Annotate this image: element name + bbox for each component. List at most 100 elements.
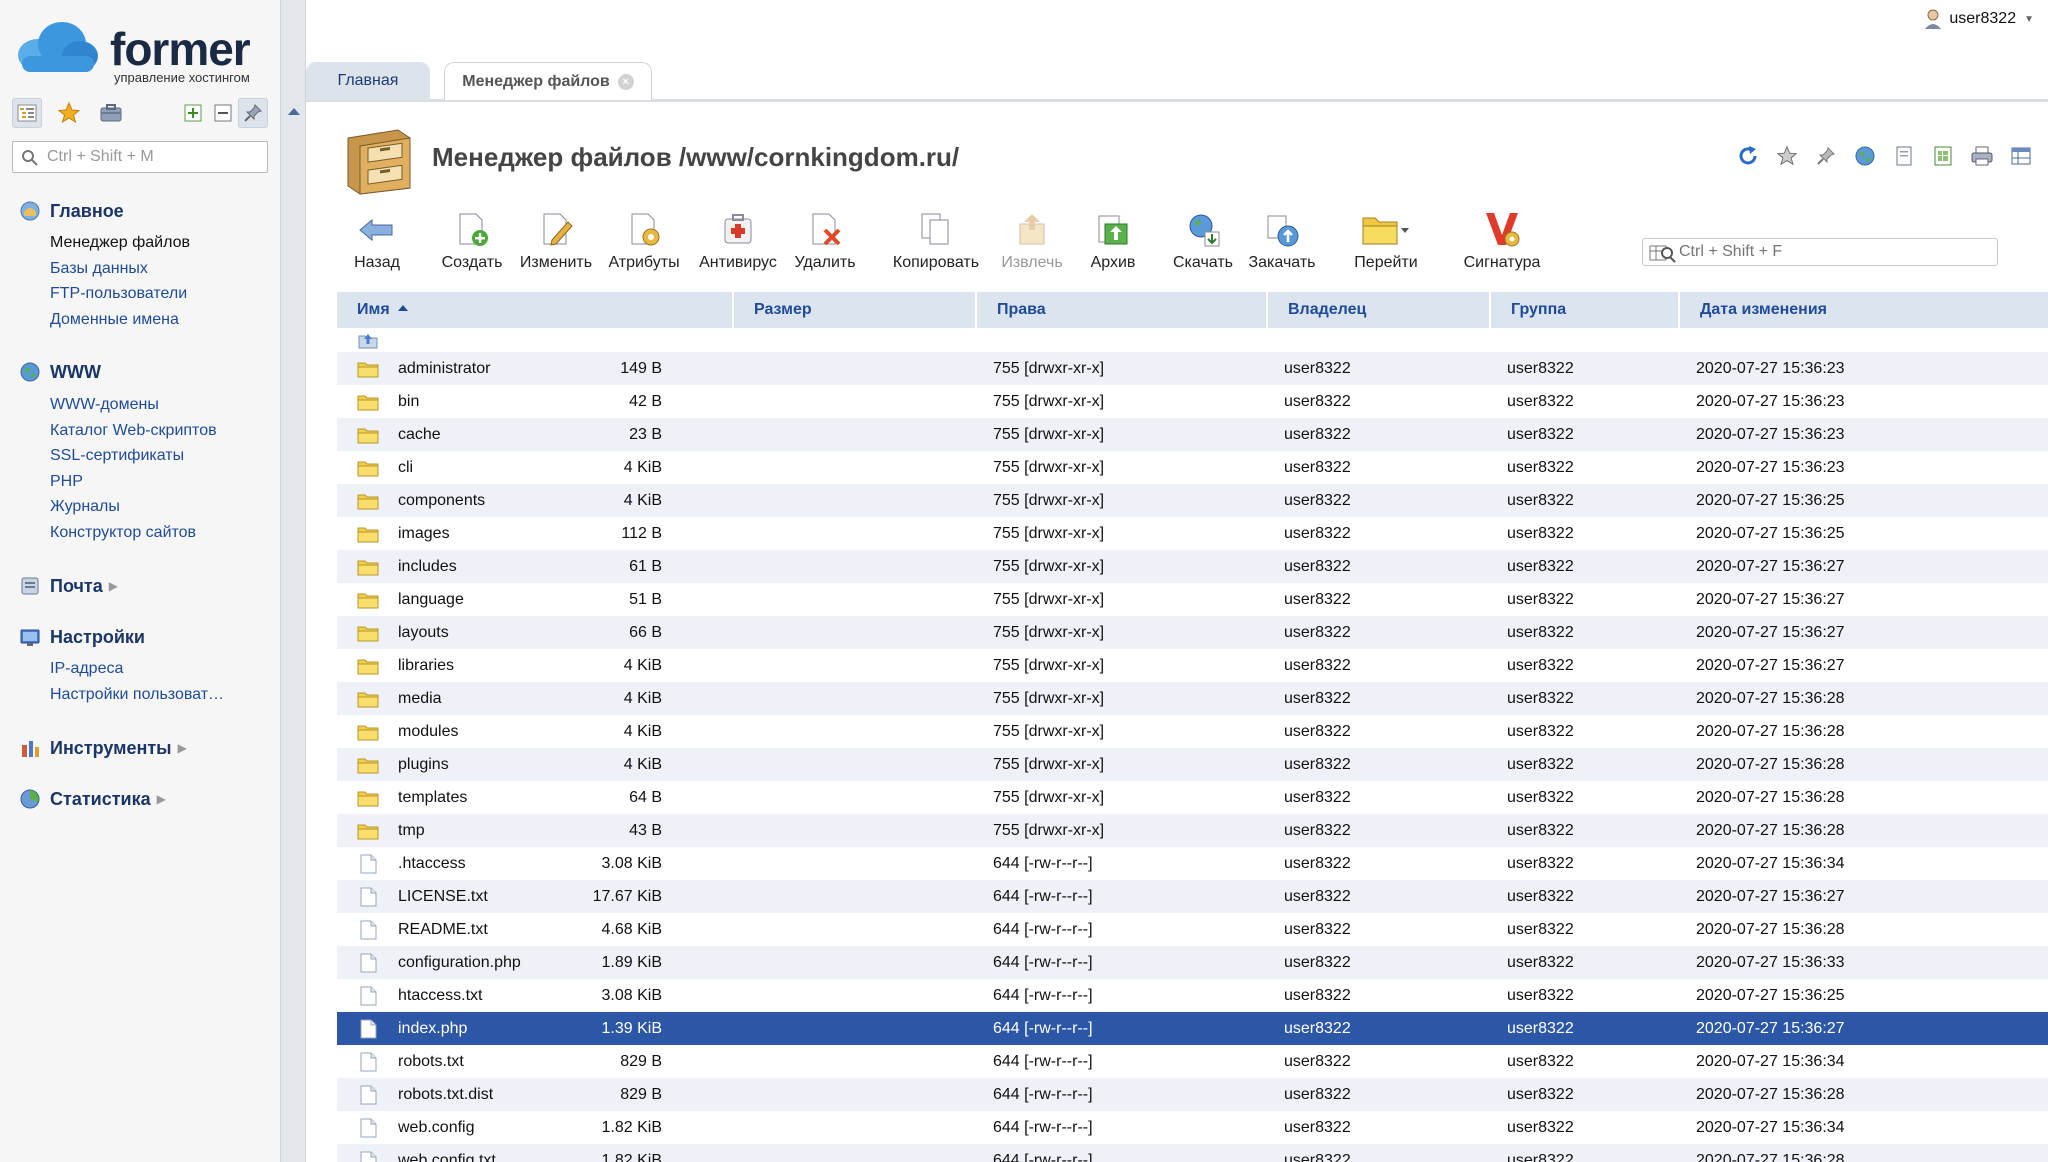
table-row[interactable]: plugins 4 KiB 755 [drwxr-xr-x] user8322 user… [337, 748, 2048, 781]
sidebar-item-www-domains[interactable]: WWW-домены [50, 394, 159, 416]
tab-file-manager[interactable]: Менеджер файлов × [444, 62, 652, 100]
sidebar-item-ssl[interactable]: SSL-сертификаты [50, 445, 184, 467]
sidebar-item-web-scripts[interactable]: Каталог Web-скриптов [50, 420, 217, 442]
cell-owner: user8322 [1284, 690, 1351, 707]
sidebar-item-domains[interactable]: Доменные имена [50, 309, 179, 331]
table-row[interactable]: layouts 66 B 755 [drwxr-xr-x] user8322 user8… [337, 616, 2048, 649]
table-settings-button[interactable] [2001, 140, 2040, 172]
sidebar-item-ftp-users[interactable]: FTP-пользователи [50, 283, 187, 305]
cell-size: 4 KiB [623, 690, 662, 707]
column-header-permissions[interactable]: Права [975, 292, 1266, 328]
table-row[interactable]: LICENSE.txt 17.67 KiB 644 [-rw-r--r--] user… [337, 880, 2048, 913]
pin-page-button[interactable] [1806, 140, 1845, 172]
pin-sidebar-button[interactable] [238, 98, 268, 128]
sidebar-item-file-manager[interactable]: Менеджер файлов [50, 232, 190, 254]
table-row[interactable]: bin 42 B 755 [drwxr-xr-x] user8322 user8322 2… [337, 385, 2048, 418]
nav-section-www[interactable]: WWW [18, 358, 101, 386]
expand-all-button[interactable] [178, 98, 208, 128]
open-site-button[interactable] [1845, 140, 1884, 172]
sidebar-item-logs[interactable]: Журналы [50, 496, 120, 518]
nav-section-settings[interactable]: Настройки [18, 623, 145, 651]
column-header-size[interactable]: Размер [732, 292, 975, 328]
edit-button[interactable]: Изменить [518, 210, 594, 278]
attributes-button[interactable]: Атрибуты [606, 210, 682, 278]
upload-button[interactable]: Закачать [1244, 210, 1320, 278]
sidebar-item-site-builder[interactable]: Конструктор сайтов [50, 522, 196, 544]
nav-section-tools[interactable]: Инструменты ▶ [18, 734, 187, 762]
table-row[interactable]: cache 23 B 755 [drwxr-xr-x] user8322 user832… [337, 418, 2048, 451]
menu-tree-button[interactable] [12, 98, 42, 128]
table-row[interactable]: README.txt 4.68 KiB 644 [-rw-r--r--] user83… [337, 913, 2048, 946]
table-row[interactable]: index.php 1.39 KiB 644 [-rw-r--r--] user832… [337, 1012, 2048, 1045]
cell-group: user8322 [1507, 1086, 1574, 1103]
cell-date: 2020-07-27 15:36:28 [1696, 1152, 1845, 1162]
table-row[interactable]: configuration.php 1.89 KiB 644 [-rw-r--r--… [337, 946, 2048, 979]
export-button[interactable] [1923, 140, 1962, 172]
cell-date: 2020-07-27 15:36:23 [1696, 426, 1845, 443]
archive-button[interactable]: Архив [1082, 210, 1144, 278]
file-search-input[interactable] [1679, 241, 1979, 263]
collapse-up-icon[interactable] [288, 108, 300, 115]
nav-section-mail[interactable]: Почта ▶ [18, 572, 118, 600]
sidebar-item-ip-addresses[interactable]: IP-адреса [50, 658, 123, 680]
sidebar-item-user-settings[interactable]: Настройки пользоват… [50, 684, 224, 706]
table-row[interactable]: images 112 B 755 [drwxr-xr-x] user8322 user8… [337, 517, 2048, 550]
brand-logo[interactable]: former управление хостингом [16, 20, 266, 90]
file-search[interactable] [1642, 238, 1998, 266]
user-menu[interactable]: user8322 ▼ [1923, 6, 2034, 32]
column-header-owner[interactable]: Владелец [1266, 292, 1489, 328]
table-row[interactable]: .htaccess 3.08 KiB 644 [-rw-r--r--] user832… [337, 847, 2048, 880]
sidebar-item-databases[interactable]: Базы данных [50, 258, 148, 280]
sidebar-search-input[interactable] [47, 145, 257, 169]
table-row[interactable]: robots.txt 829 B 644 [-rw-r--r--] user8322 u… [337, 1045, 2048, 1078]
copy-page-button[interactable] [1884, 140, 1923, 172]
table-row[interactable]: web.config.txt 1.82 KiB 644 [-rw-r--r--] us… [337, 1144, 2048, 1162]
signature-button[interactable]: Сигнатура [1458, 210, 1546, 278]
cell-size: 4 KiB [623, 657, 662, 674]
table-row[interactable]: libraries 4 KiB 755 [drwxr-xr-x] user8322 us… [337, 649, 2048, 682]
table-row[interactable]: web.config 1.82 KiB 644 [-rw-r--r--] user83… [337, 1111, 2048, 1144]
file-icon [357, 986, 379, 1006]
table-row[interactable]: robots.txt.dist 829 B 644 [-rw-r--r--] user… [337, 1078, 2048, 1111]
goto-button[interactable]: Перейти [1350, 210, 1422, 278]
download-button[interactable]: Скачать [1170, 210, 1236, 278]
cell-date: 2020-07-27 15:36:28 [1696, 690, 1845, 707]
table-row[interactable]: cli 4 KiB 755 [drwxr-xr-x] user8322 user8322… [337, 451, 2048, 484]
back-button[interactable]: Назад [348, 210, 406, 278]
print-button[interactable] [1962, 140, 2001, 172]
create-button[interactable]: Создать [440, 210, 504, 278]
table-row[interactable]: tmp 43 B 755 [drwxr-xr-x] user8322 user8322 2… [337, 814, 2048, 847]
tab-label: Менеджер файлов [462, 72, 610, 90]
table-row[interactable]: administrator 149 B 755 [drwxr-xr-x] user83… [337, 352, 2048, 385]
parent-directory-row[interactable] [337, 328, 2048, 352]
nav-section-main[interactable]: Главное [18, 197, 124, 225]
antivirus-button[interactable]: Антивирус [696, 210, 780, 278]
add-favorite-button[interactable] [1767, 140, 1806, 172]
column-header-name[interactable]: Имя [337, 292, 732, 328]
cell-name: modules [398, 723, 459, 740]
refresh-button[interactable] [1728, 140, 1767, 172]
tab-home[interactable]: Главная [306, 62, 430, 100]
copy-button[interactable]: Копировать [890, 210, 982, 278]
nav-section-stats[interactable]: Статистика ▶ [18, 785, 166, 813]
collapse-all-button[interactable] [208, 98, 238, 128]
column-header-group[interactable]: Группа [1489, 292, 1678, 328]
table-row[interactable]: components 4 KiB 755 [drwxr-xr-x] user8322 u… [337, 484, 2048, 517]
delete-button[interactable]: Удалить [790, 210, 860, 278]
cell-group: user8322 [1507, 558, 1574, 575]
table-row[interactable]: media 4 KiB 755 [drwxr-xr-x] user8322 user83… [337, 682, 2048, 715]
sidebar-search[interactable] [12, 141, 268, 173]
toolbox-button[interactable] [96, 98, 126, 128]
table-row[interactable]: modules 4 KiB 755 [drwxr-xr-x] user8322 user… [337, 715, 2048, 748]
table-row[interactable]: templates 64 B 755 [drwxr-xr-x] user8322 use… [337, 781, 2048, 814]
favorites-button[interactable] [54, 98, 84, 128]
table-row[interactable]: htaccess.txt 3.08 KiB 644 [-rw-r--r--] user… [337, 979, 2048, 1012]
extract-button[interactable]: Извлечь [996, 210, 1068, 278]
column-header-date[interactable]: Дата изменения [1678, 292, 2048, 328]
close-tab-icon[interactable]: × [617, 73, 634, 90]
sidebar-splitter[interactable] [280, 0, 306, 1162]
table-row[interactable]: language 51 B 755 [drwxr-xr-x] user8322 user… [337, 583, 2048, 616]
folder-icon [357, 755, 379, 775]
table-row[interactable]: includes 61 B 755 [drwxr-xr-x] user8322 user… [337, 550, 2048, 583]
sidebar-item-php[interactable]: PHP [50, 471, 83, 493]
